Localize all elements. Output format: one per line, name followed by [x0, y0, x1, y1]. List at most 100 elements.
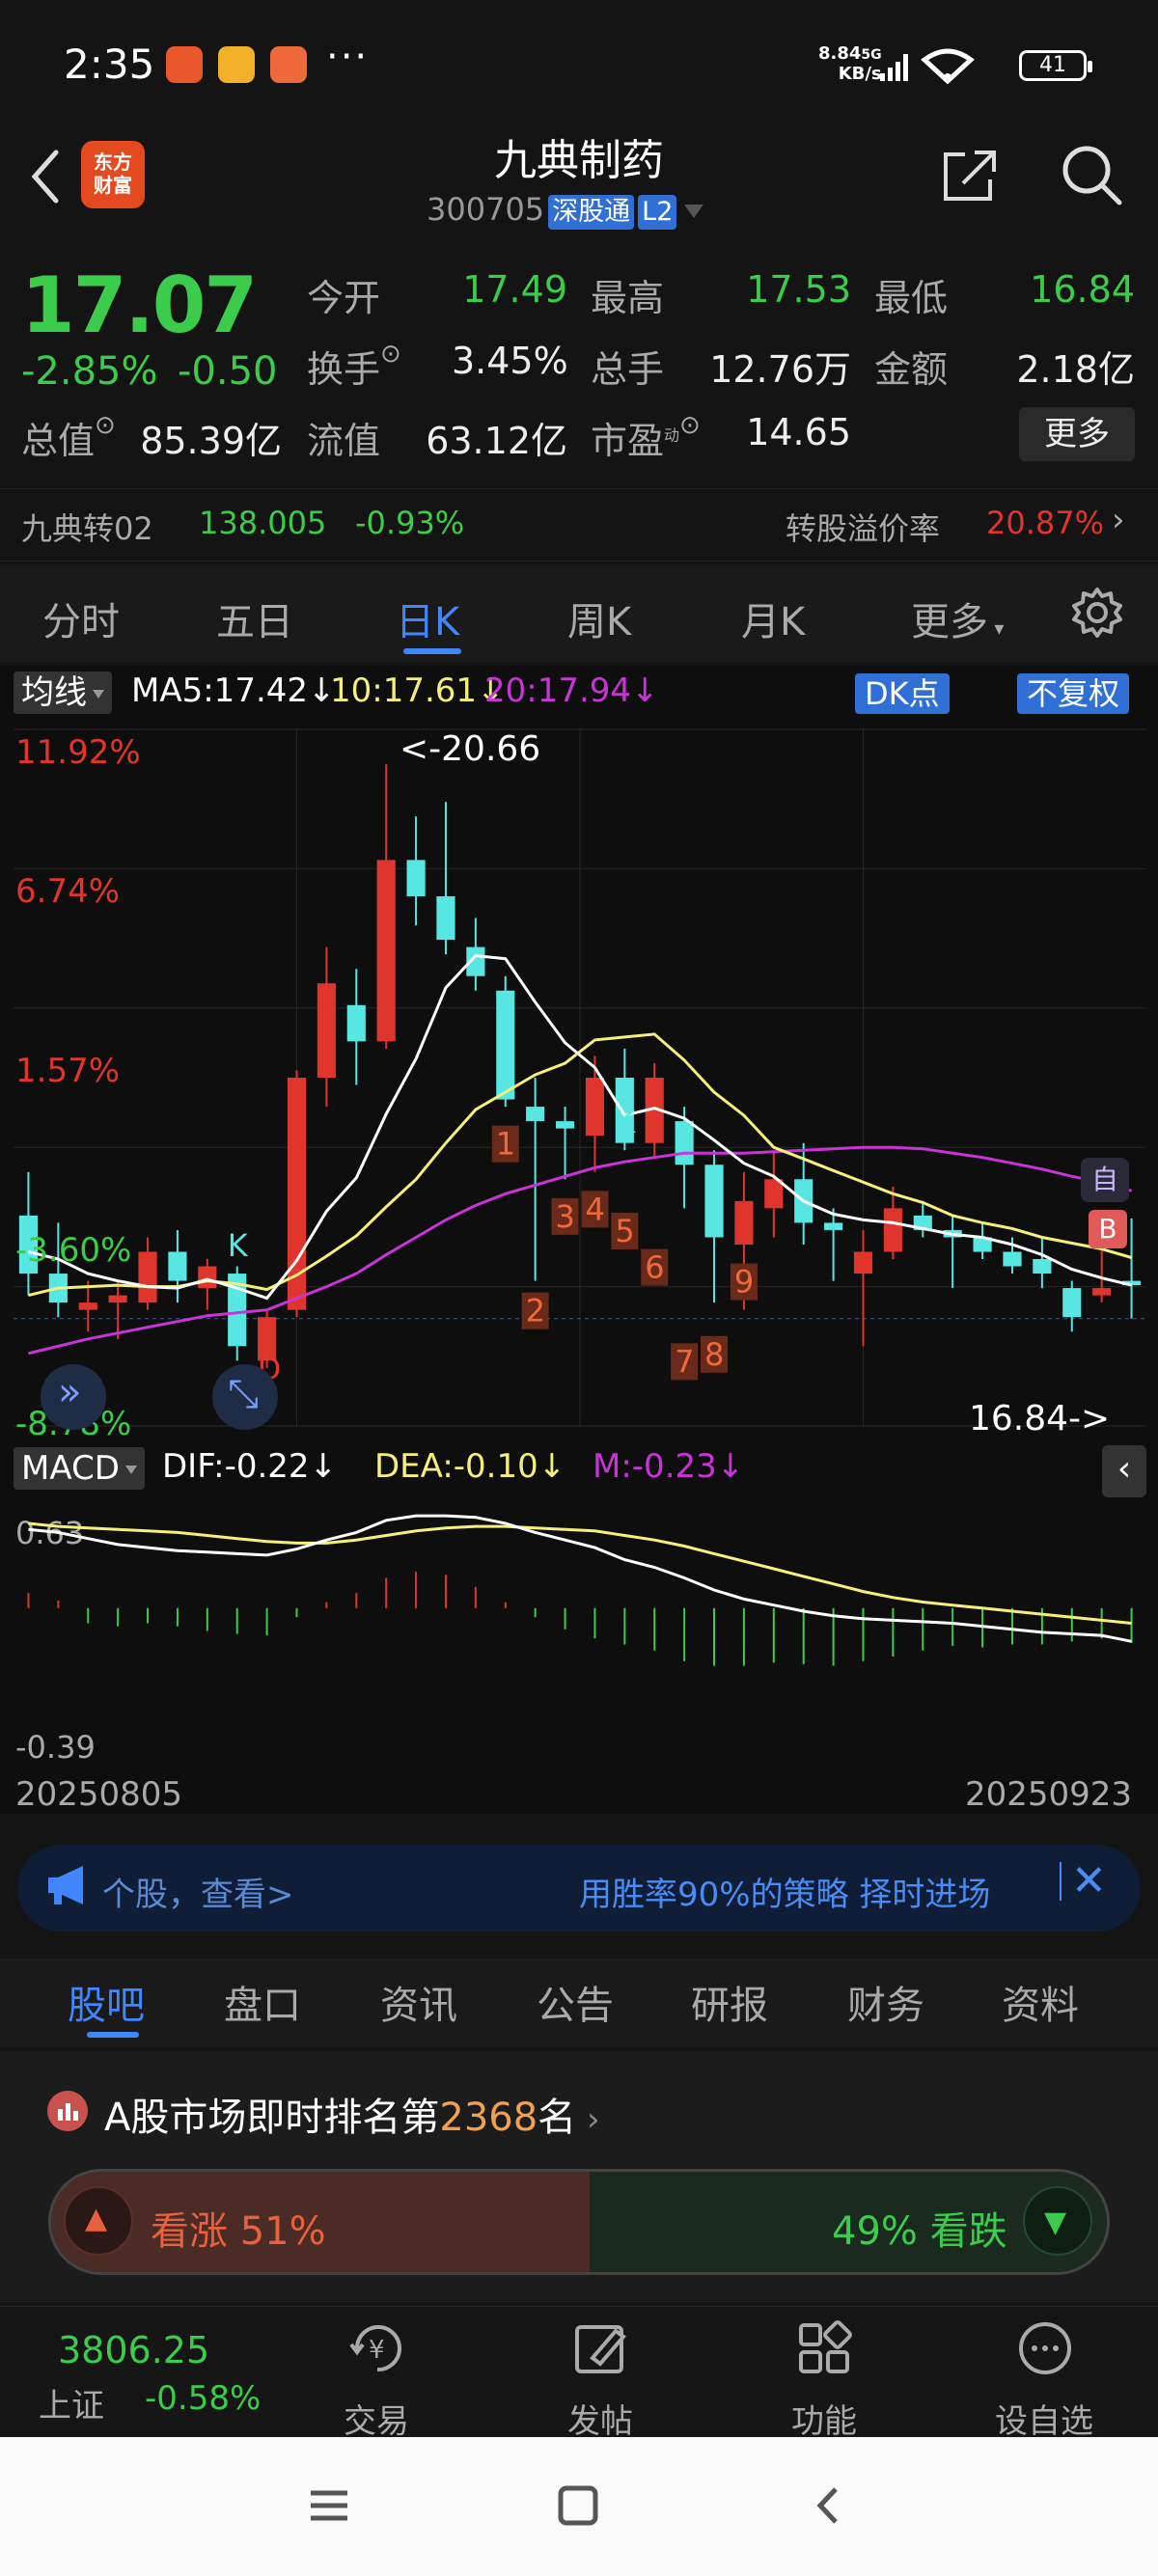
- total-cap-value: 85.39亿: [140, 420, 282, 462]
- signal-label: 7: [675, 1343, 694, 1380]
- grid-apps-icon[interactable]: [791, 2316, 859, 2383]
- ad-left-text[interactable]: 个股，查看>: [102, 1868, 294, 1915]
- fuquan-button[interactable]: 不复权: [1017, 673, 1130, 714]
- candle-body: [734, 1200, 754, 1245]
- macd-axis-bottom: -0.39: [15, 1729, 96, 1766]
- amount-value: 2.18亿: [1016, 348, 1135, 391]
- status-bar: 2:35 ··· 8.845G KB/s 41: [0, 0, 1158, 125]
- active-tab-indicator: [87, 2032, 139, 2038]
- signal-label: 6: [645, 1249, 664, 1286]
- info-icon: ⊙: [380, 340, 401, 369]
- signal-label: 1: [496, 1126, 515, 1163]
- signal-label: K: [615, 1104, 636, 1140]
- tab-five-day[interactable]: 五日: [216, 590, 293, 646]
- expand-left-icon[interactable]: »: [41, 1364, 106, 1430]
- compose-icon[interactable]: [567, 2316, 635, 2383]
- more-button[interactable]: 更多: [1019, 407, 1135, 461]
- indicator-select-ma[interactable]: 均线: [14, 671, 112, 714]
- axis-label: 6.74%: [15, 872, 121, 911]
- status-time: 2:35: [64, 41, 155, 88]
- signal-wifi-icon: [880, 48, 975, 85]
- svg-text:¥: ¥: [369, 2336, 385, 2365]
- settings-gear-icon[interactable]: [1069, 585, 1125, 641]
- tab-intraday[interactable]: 分时: [42, 590, 120, 646]
- change-percent: -2.85%: [21, 349, 158, 394]
- tab-daily-k[interactable]: 日K: [396, 590, 459, 646]
- buy-signal-badge[interactable]: B: [1089, 1210, 1127, 1248]
- bond-price: 138.005: [199, 505, 327, 541]
- nav-add-watchlist[interactable]: 设自选: [986, 2395, 1102, 2442]
- macd-canvas[interactable]: [0, 1503, 1158, 1677]
- index-value[interactable]: 3806.25: [58, 2329, 209, 2371]
- connect-tag: 深股通: [548, 195, 635, 230]
- tab-guba[interactable]: 股吧: [68, 1974, 145, 2030]
- low-value: 16.84: [1030, 268, 1135, 311]
- open-label: 今开: [307, 277, 381, 319]
- open-value: 17.49: [462, 268, 567, 311]
- share-icon[interactable]: [936, 141, 1004, 208]
- vote-down-button[interactable]: ▼: [1023, 2186, 1092, 2256]
- collapse-panel-icon[interactable]: ‹: [1102, 1445, 1146, 1497]
- candle-body: [346, 1004, 366, 1042]
- convertible-bond-row[interactable]: 九典转02 138.005 -0.93% 转股溢价率 20.87% ›: [0, 488, 1158, 562]
- high-value: 17.53: [746, 268, 851, 311]
- tab-monthly-k[interactable]: 月K: [741, 590, 805, 646]
- dea-legend: DEA:-0.10↓: [374, 1447, 566, 1486]
- dif-legend: DIF:-0.22↓: [162, 1447, 338, 1486]
- vote-up-button[interactable]: ▲: [64, 2186, 133, 2256]
- ranking-text[interactable]: A股市场即时排名第2368名 ›: [104, 2086, 600, 2142]
- candle-body: [853, 1251, 873, 1274]
- chevron-down-icon: [684, 205, 704, 218]
- nav-functions[interactable]: 功能: [766, 2395, 882, 2442]
- fullscreen-icon[interactable]: ⤡: [212, 1364, 278, 1430]
- more-circle-icon[interactable]: [1011, 2316, 1079, 2383]
- ma5-legend: MA5:17.42↓: [131, 671, 336, 710]
- candle-body: [108, 1295, 127, 1303]
- tab-news[interactable]: 资讯: [380, 1974, 457, 2030]
- trade-icon[interactable]: ¥: [344, 2316, 411, 2383]
- signal-label: 4: [585, 1191, 604, 1227]
- current-price: 17.07: [21, 260, 258, 350]
- pe-label[interactable]: 市盈动⊙: [591, 411, 701, 464]
- amount-label: 金额: [874, 348, 949, 391]
- battery-indicator: 41: [1019, 50, 1092, 81]
- candle-body: [138, 1251, 157, 1303]
- vote-down-label: 49% 看跌: [832, 2209, 1007, 2254]
- signal-label: 9: [734, 1264, 754, 1301]
- index-name: 上证: [39, 2387, 104, 2425]
- tab-research[interactable]: 研报: [691, 1974, 768, 2030]
- signal-label: 5: [615, 1213, 634, 1249]
- mail-notification-icon: [270, 46, 307, 83]
- search-icon[interactable]: [1058, 141, 1125, 208]
- dk-point-button[interactable]: DK点: [855, 673, 950, 714]
- nav-post[interactable]: 发帖: [542, 2395, 658, 2442]
- stock-code-row[interactable]: 300705 深股通 L2: [427, 191, 704, 230]
- signal-label: 2: [526, 1293, 545, 1329]
- m-legend: M:-0.23↓: [593, 1447, 745, 1486]
- tab-weekly-k[interactable]: 周K: [567, 590, 631, 646]
- more-notifications-icon: ···: [326, 35, 370, 79]
- candle-body: [824, 1222, 843, 1230]
- turnover-label[interactable]: 换手⊙: [307, 340, 401, 393]
- back-nav-icon[interactable]: [805, 2481, 853, 2530]
- menu-icon[interactable]: [305, 2481, 353, 2530]
- candle-body: [317, 983, 336, 1078]
- tab-financials[interactable]: 财务: [847, 1974, 924, 2030]
- high-price-marker: <-20.66: [400, 729, 541, 769]
- total-cap-label[interactable]: 总值⊙: [21, 411, 116, 464]
- vote-up-label: 看涨 51%: [151, 2209, 326, 2254]
- kline-canvas[interactable]: KD123 4567 89K: [0, 720, 1158, 1443]
- nav-trade[interactable]: 交易: [318, 2395, 434, 2442]
- home-icon[interactable]: [554, 2481, 602, 2530]
- chevron-right-icon: ›: [1112, 501, 1125, 539]
- self-select-badge[interactable]: 自: [1081, 1158, 1129, 1202]
- tab-more[interactable]: 更多 ▾: [911, 590, 1004, 646]
- tab-announcements[interactable]: 公告: [537, 1974, 614, 2030]
- candle-body: [376, 860, 396, 1042]
- ad-right-text[interactable]: 用胜率90%的策略 择时进场: [579, 1868, 1048, 1915]
- indicator-select-macd[interactable]: MACD: [14, 1447, 145, 1490]
- tab-profile[interactable]: 资料: [1002, 1974, 1079, 2030]
- candle-body: [1003, 1251, 1022, 1267]
- tab-pankou[interactable]: 盘口: [224, 1974, 301, 2030]
- close-icon[interactable]: ✕: [1071, 1856, 1107, 1905]
